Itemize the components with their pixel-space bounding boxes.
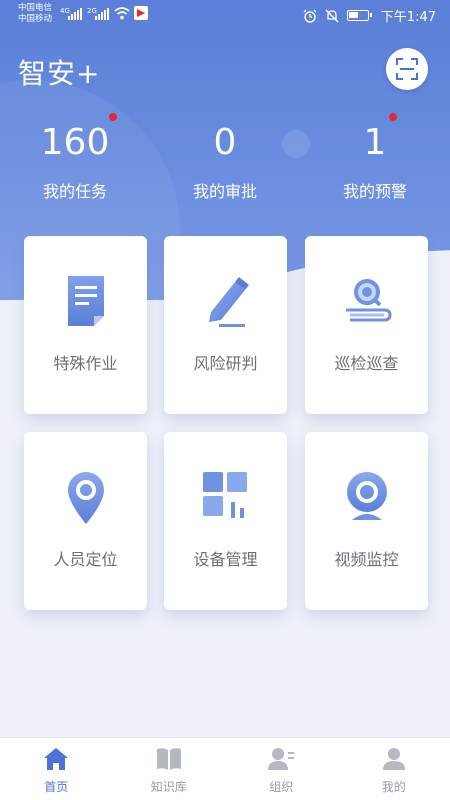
module-card-video-monitoring[interactable]: 视频监控	[305, 432, 428, 610]
stat-value: 160	[40, 122, 110, 163]
home-icon	[44, 748, 69, 770]
stat-label: 我的任务	[42, 182, 107, 201]
alarm-icon	[303, 9, 317, 23]
mute-bell-icon	[325, 9, 339, 22]
carrier-2-label: 中国移动	[18, 14, 53, 24]
scan-icon	[396, 58, 418, 80]
module-card-risk-assessment[interactable]: 风险研判	[164, 236, 287, 414]
clock-time: 下午1:47	[380, 10, 436, 25]
app-title: 智安+	[18, 57, 101, 90]
inspection-search-icon	[345, 279, 392, 322]
webcam-icon	[346, 472, 387, 520]
bottom-navigation: 首页 知识库 组织 我的	[0, 737, 450, 800]
nav-label: 知识库	[150, 780, 187, 794]
carrier-1-label: 中国电信	[18, 3, 53, 13]
signal-bars-2-icon	[95, 8, 109, 20]
status-bar: 中国电信 中国移动 4G 2G 下午1:47	[0, 0, 450, 30]
document-icon	[67, 276, 104, 326]
nav-item-organization[interactable]: 组织	[225, 738, 338, 800]
carrier-info: 中国电信 中国移动	[18, 3, 52, 25]
warnings-alert-dot	[389, 113, 397, 121]
wifi-icon	[114, 7, 130, 20]
stat-my-tasks[interactable]: 160 我的任务	[10, 120, 140, 202]
nav-label: 组织	[269, 780, 294, 794]
scan-button[interactable]	[386, 48, 428, 90]
module-card-special-work[interactable]: 特殊作业	[24, 236, 147, 414]
location-pin-icon	[67, 472, 104, 524]
signal-bars-1-icon	[68, 8, 82, 20]
module-label: 视频监控	[334, 550, 399, 569]
organization-icon	[268, 748, 295, 770]
module-label: 特殊作业	[53, 354, 118, 373]
module-label: 风险研判	[193, 354, 258, 373]
nav-item-knowledge-base[interactable]: 知识库	[113, 738, 226, 800]
module-card-equipment-management[interactable]: 设备管理	[164, 432, 287, 610]
nav-item-profile[interactable]: 我的	[338, 738, 450, 800]
module-card-personnel-location[interactable]: 人员定位	[24, 432, 147, 610]
stat-value: 1	[363, 122, 387, 163]
user-icon	[382, 748, 405, 770]
stat-my-approvals[interactable]: 0 我的审批	[160, 120, 290, 202]
battery-icon	[346, 10, 372, 21]
module-label: 人员定位	[53, 550, 118, 569]
module-label: 设备管理	[193, 550, 258, 569]
stat-label: 我的审批	[192, 182, 257, 201]
stat-my-warnings[interactable]: 1 我的预警	[310, 120, 440, 202]
stat-label: 我的预警	[342, 182, 407, 201]
nav-label: 我的	[381, 780, 406, 794]
status-right-group: 下午1:47	[303, 6, 436, 25]
pencil-icon	[208, 277, 249, 327]
tasks-alert-dot	[109, 113, 117, 121]
dashboard-grid-icon	[202, 472, 247, 518]
nav-item-home[interactable]: 首页	[0, 738, 113, 800]
book-icon	[156, 748, 181, 770]
module-card-patrol-inspection[interactable]: 巡检巡查	[305, 236, 428, 414]
nav-label: 首页	[44, 780, 69, 794]
module-label: 巡检巡查	[334, 354, 399, 373]
app-notification-icon	[134, 6, 148, 20]
stat-value: 0	[213, 122, 237, 163]
